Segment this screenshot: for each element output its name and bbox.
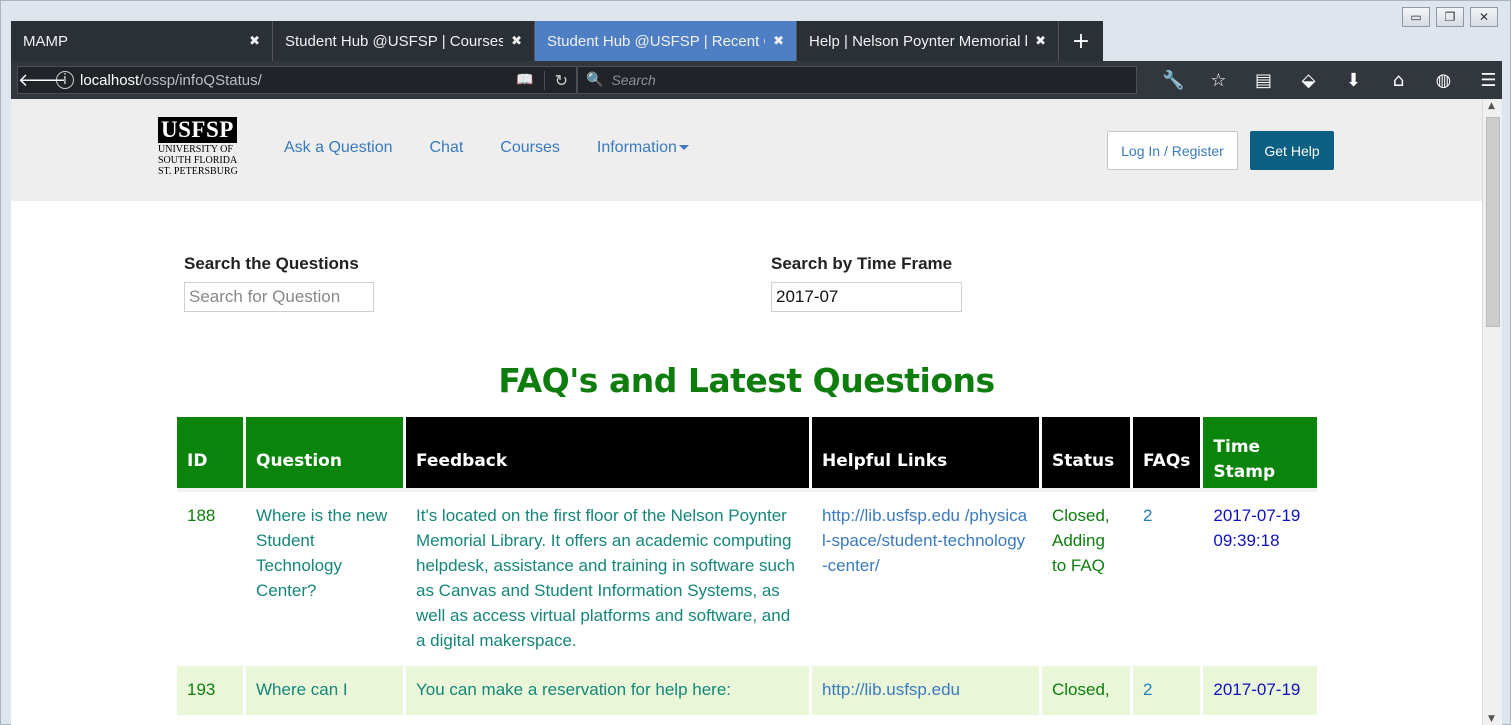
browser-toolbar: 🡐 i localhost/ossp/infoQStatus/ 📖 ↻ 🔍 Se… (11, 61, 1502, 99)
tab-help-library[interactable]: Help | Nelson Poynter Memorial l ✖ (797, 21, 1059, 61)
header-id[interactable]: ID (177, 417, 243, 488)
search-icon: 🔍 (586, 72, 604, 88)
logo-line: SOUTH FLORIDA (158, 155, 238, 166)
page-title: FAQ's and Latest Questions (498, 361, 995, 400)
tab-mamp[interactable]: MAMP ✖ (11, 21, 273, 61)
tab-title: Help | Nelson Poynter Memorial l (809, 32, 1028, 50)
cell-helpful-link[interactable]: http://lib.usfsp.edu (812, 666, 1039, 715)
close-tab-icon[interactable]: ✖ (511, 34, 522, 49)
tab-title: Student Hub @USFSP | Recent Qu (547, 32, 766, 50)
menu-icon[interactable]: ☰ (1466, 70, 1511, 91)
cell-id: 188 (187, 506, 216, 525)
back-arrow-icon[interactable]: 🡐 (18, 67, 66, 93)
cell-id: 193 (177, 666, 243, 715)
scroll-down-arrow-icon[interactable]: ▼ (1488, 714, 1495, 724)
tab-recent-questions[interactable]: Student Hub @USFSP | Recent Qu ✖ (535, 21, 797, 61)
minimize-button[interactable]: ▭ (1402, 7, 1430, 27)
logo-line: UNIVERSITY OF (158, 144, 233, 155)
library-icon[interactable]: ▤ (1241, 70, 1286, 91)
questions-table: ID Question Feedback Helpful Links Statu… (174, 417, 1320, 715)
tab-title: MAMP (23, 32, 68, 50)
maximize-button[interactable]: ❐ (1436, 7, 1464, 27)
toolbar-icons: 🔧 ☆ ▤ ⬙ ⬇ ⌂ ◍ ☰ (1151, 61, 1511, 99)
url-bar[interactable]: 🡐 i localhost/ossp/infoQStatus/ 📖 ↻ (17, 66, 577, 94)
new-tab-button[interactable]: + (1059, 21, 1103, 61)
nav-information-label: Information (596, 139, 677, 156)
browser-window: ▭ ❐ ✕ MAMP ✖ Student Hub @USFSP | Course… (0, 0, 1511, 725)
globe-icon[interactable]: ◍ (1421, 70, 1466, 91)
search-bar[interactable]: 🔍 Search (577, 66, 1137, 94)
search-questions-label: Search the Questions (184, 254, 359, 273)
header-faqs[interactable]: FAQs (1133, 417, 1201, 488)
header-status[interactable]: Status (1042, 417, 1130, 488)
header-time-stamp[interactable]: Time Stamp (1203, 417, 1318, 488)
cell-feedback: You can make a reservation for help here… (406, 666, 809, 715)
url-host: localhost (80, 71, 140, 89)
scrollbar-thumb[interactable] (1486, 117, 1500, 327)
url-path: /ossp/infoQStatus/ (139, 71, 262, 89)
site-header: USFSP UNIVERSITY OF SOUTH FLORIDA ST. PE… (11, 99, 1482, 201)
cell-question: Where is the new Student Technology Cent… (256, 506, 388, 600)
tab-title: Student Hub @USFSP | Courses (285, 32, 504, 50)
nav-information[interactable]: Information (597, 139, 689, 157)
logo-line: ST. PETERSBURG (158, 166, 238, 177)
cell-time-stamp: 2017-07-19 (1203, 666, 1318, 715)
close-tab-icon[interactable]: ✖ (249, 34, 260, 49)
tab-courses[interactable]: Student Hub @USFSP | Courses ✖ (273, 21, 535, 61)
close-tab-icon[interactable]: ✖ (773, 34, 784, 49)
nav-courses[interactable]: Courses (500, 139, 560, 157)
usfsp-logo[interactable]: USFSP UNIVERSITY OF SOUTH FLORIDA ST. PE… (158, 117, 248, 177)
timeframe-input[interactable] (771, 282, 962, 312)
cell-time-stamp: 2017-07-19 09:39:18 (1213, 506, 1301, 550)
cell-status: Closed, (1042, 666, 1130, 715)
page-viewport: USFSP UNIVERSITY OF SOUTH FLORIDA ST. PE… (11, 99, 1482, 725)
cell-question: Where can I (246, 666, 403, 715)
main-nav: Ask a Question Chat Courses Information (284, 139, 726, 157)
get-help-button[interactable]: Get Help (1250, 131, 1334, 170)
caret-down-icon (678, 145, 689, 151)
wrench-icon[interactable]: 🔧 (1151, 70, 1196, 91)
search-placeholder: Search (611, 72, 656, 88)
cell-helpful-link[interactable]: http://lib.usfsp.edu /physical-space/stu… (812, 492, 1039, 666)
table-row: 193 Where can I You can make a reservati… (177, 666, 1318, 715)
scroll-up-arrow-icon[interactable]: ▲ (1488, 101, 1495, 111)
nav-chat[interactable]: Chat (430, 139, 464, 157)
star-icon[interactable]: ☆ (1196, 70, 1241, 91)
close-tab-icon[interactable]: ✖ (1035, 34, 1046, 49)
nav-ask-question[interactable]: Ask a Question (284, 139, 393, 157)
header-question[interactable]: Question (246, 417, 403, 488)
table-row: 188 Where is the new Student Technology … (177, 492, 1317, 666)
download-icon[interactable]: ⬇ (1331, 70, 1376, 91)
cell-faqs: 2 (1133, 666, 1201, 715)
login-register-button[interactable]: Log In / Register (1107, 131, 1238, 170)
close-window-button[interactable]: ✕ (1470, 7, 1498, 27)
tab-strip: MAMP ✖ Student Hub @USFSP | Courses ✖ St… (11, 21, 1103, 61)
search-timeframe-label: Search by Time Frame (771, 254, 953, 273)
window-controls: ▭ ❐ ✕ (1402, 7, 1498, 27)
search-questions-input[interactable] (184, 282, 374, 312)
reload-icon[interactable]: ↻ (543, 70, 568, 90)
logo-mark: USFSP (158, 117, 237, 143)
pocket-icon[interactable]: ⬙ (1286, 70, 1331, 91)
table-header-row: ID Question Feedback Helpful Links Statu… (177, 417, 1318, 488)
home-icon[interactable]: ⌂ (1376, 70, 1421, 91)
vertical-scrollbar[interactable]: ▲ ▼ (1482, 99, 1502, 725)
cell-faqs: 2 (1143, 506, 1153, 525)
reader-view-icon[interactable]: 📖 (516, 72, 533, 88)
cell-status: Closed, Adding to FAQ (1052, 506, 1110, 575)
header-feedback[interactable]: Feedback (406, 417, 809, 488)
cell-feedback: It's located on the first floor of the N… (416, 506, 795, 650)
url-text[interactable]: localhost/ossp/infoQStatus/ (80, 72, 516, 89)
header-helpful-links[interactable]: Helpful Links (812, 417, 1039, 488)
